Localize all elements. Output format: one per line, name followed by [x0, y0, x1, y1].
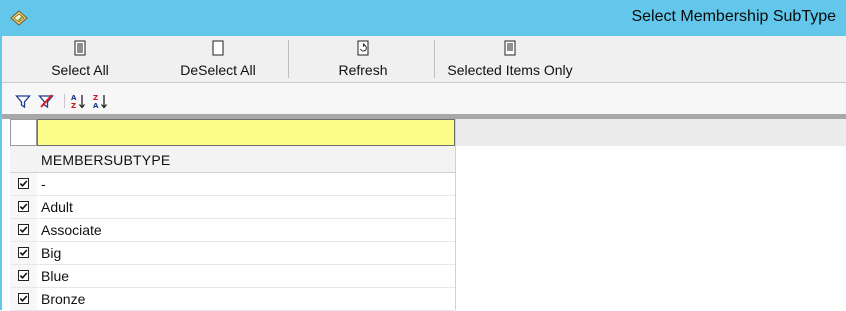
sort-descending-icon[interactable]: Z A — [92, 93, 108, 109]
row-checkbox-cell — [10, 265, 37, 287]
grid-right-border — [455, 119, 456, 310]
toolbar: Select All DeSelect All Refresh Selected… — [2, 36, 846, 83]
column-header-row: MEMBERSUBTYPE — [10, 146, 455, 173]
svg-text:A: A — [71, 94, 77, 102]
row-checkbox[interactable] — [18, 293, 29, 304]
filter-toolbar: A Z Z A — [2, 83, 846, 115]
row-label: Associate — [41, 222, 102, 238]
row-checkbox-cell — [10, 288, 37, 310]
title-bar: Select Membership SubType — [0, 0, 846, 36]
filter-toolbar-separator — [64, 94, 65, 108]
row-label: - — [41, 176, 46, 192]
select-all-label: Select All — [51, 62, 109, 78]
row-label: Blue — [41, 268, 70, 284]
row-label: Big — [41, 245, 62, 261]
table-row[interactable]: Adult — [10, 196, 455, 219]
row-checkbox[interactable] — [18, 201, 29, 212]
refresh-button[interactable]: Refresh — [328, 36, 398, 82]
row-checkbox[interactable] — [18, 178, 29, 189]
window-title: Select Membership SubType — [631, 8, 836, 25]
list-document-icon — [504, 40, 516, 56]
grid-empty-area — [456, 119, 846, 310]
column-filter-input[interactable] — [37, 119, 455, 146]
document-icon — [74, 40, 86, 56]
clear-filter-icon[interactable] — [38, 93, 54, 109]
select-all-button[interactable]: Select All — [40, 36, 120, 82]
row-label: Bronze — [41, 291, 86, 307]
selected-items-only-button[interactable]: Selected Items Only — [442, 36, 578, 82]
row-checkbox[interactable] — [18, 224, 29, 235]
filter-row-selector — [10, 119, 37, 146]
svg-text:Z: Z — [71, 102, 76, 109]
toolbar-separator — [434, 40, 435, 78]
refresh-icon — [357, 40, 369, 56]
row-checkbox-cell — [10, 173, 37, 195]
sort-ascending-icon[interactable]: A Z — [70, 93, 86, 109]
refresh-label: Refresh — [338, 62, 388, 78]
deselect-all-label: DeSelect All — [180, 62, 256, 78]
row-checkbox-cell — [10, 196, 37, 218]
grid-empty-header-area — [456, 119, 846, 146]
svg-text:Z: Z — [93, 94, 98, 102]
row-checkbox[interactable] — [18, 247, 29, 258]
row-checkbox-cell — [10, 242, 37, 264]
table-row[interactable]: Associate — [10, 219, 455, 242]
column-header-membersubtype[interactable]: MEMBERSUBTYPE — [41, 152, 170, 168]
row-checkbox[interactable] — [18, 270, 29, 281]
table-row[interactable]: Big — [10, 242, 455, 265]
app-icon — [10, 10, 28, 26]
filter-icon[interactable] — [15, 93, 31, 109]
grid-rows: - Adult Associate Big Blue Bronze — [10, 173, 455, 311]
table-row[interactable]: Blue — [10, 265, 455, 288]
table-row[interactable]: Bronze — [10, 288, 455, 311]
row-label: Adult — [41, 199, 73, 215]
row-checkbox-cell — [10, 219, 37, 241]
deselect-all-button[interactable]: DeSelect All — [170, 36, 266, 82]
toolbar-separator — [288, 40, 289, 78]
table-row[interactable]: - — [10, 173, 455, 196]
selected-items-only-label: Selected Items Only — [447, 62, 573, 78]
svg-text:A: A — [93, 102, 99, 109]
blank-page-icon — [212, 40, 224, 56]
